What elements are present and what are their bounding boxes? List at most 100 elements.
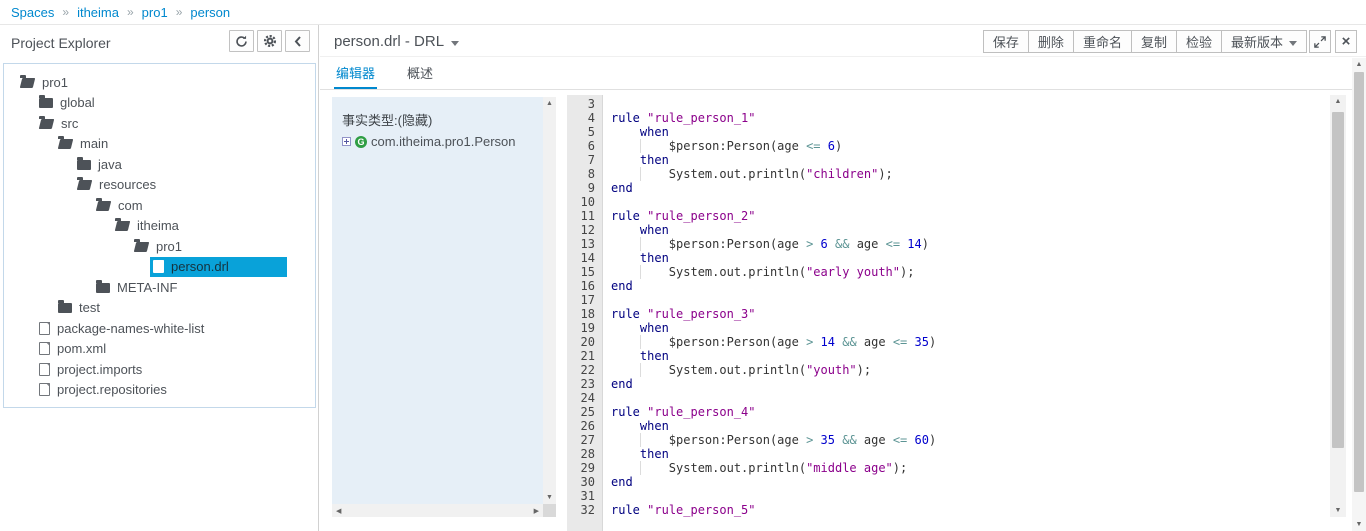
tree-item-package-names-white-list[interactable]: package-names-white-list bbox=[4, 318, 315, 339]
facts-vertical-scrollbar[interactable]: ▲ ▼ bbox=[543, 97, 556, 504]
scrollbar-corner bbox=[543, 504, 556, 517]
file-icon bbox=[39, 383, 50, 396]
folder-open-icon bbox=[58, 139, 73, 149]
tree-item-global[interactable]: global bbox=[4, 93, 315, 114]
toolbar-button-检验[interactable]: 检验 bbox=[1176, 30, 1222, 53]
tree-item-project-imports[interactable]: project.imports bbox=[4, 359, 315, 380]
line-number: 26 bbox=[567, 419, 602, 433]
breadcrumb-link-pro1[interactable]: pro1 bbox=[142, 5, 168, 20]
fact-types-header: 事实类型:(隐藏) bbox=[342, 110, 543, 129]
tree-item-pro1[interactable]: pro1 bbox=[4, 72, 315, 93]
tree-item-main[interactable]: main bbox=[4, 134, 315, 155]
collapse-panel-button[interactable] bbox=[285, 30, 310, 52]
file-icon bbox=[39, 322, 50, 335]
tree-item-com[interactable]: com bbox=[4, 195, 315, 216]
line-number: 19 bbox=[567, 321, 602, 335]
code-line: end bbox=[604, 181, 1330, 195]
tree-item-test[interactable]: test bbox=[4, 298, 315, 319]
tree-item-pom-xml[interactable]: pom.xml bbox=[4, 339, 315, 360]
breadcrumb-separator: » bbox=[127, 5, 134, 19]
code-line: $person:Person(age > 6 && age <= 14) bbox=[604, 237, 1330, 251]
code-editor[interactable]: rule "rule_person_1" when $person:Person… bbox=[604, 95, 1330, 531]
project-explorer-header: Project Explorer bbox=[0, 25, 318, 63]
breadcrumb: Spaces»itheima»pro1»person bbox=[0, 0, 1366, 25]
tree-item-person-drl[interactable]: person.drl bbox=[4, 257, 315, 278]
code-line: System.out.println("middle age"); bbox=[604, 461, 1330, 475]
folder-open-icon bbox=[20, 78, 35, 88]
code-line: rule "rule_person_5" bbox=[604, 503, 1330, 517]
toolbar-button-保存[interactable]: 保存 bbox=[983, 30, 1029, 53]
project-explorer-title: Project Explorer bbox=[11, 35, 111, 51]
scroll-down-icon[interactable]: ▼ bbox=[1352, 521, 1366, 528]
line-number: 4 bbox=[567, 111, 602, 125]
editor-tabs: 编辑器概述 bbox=[320, 57, 1366, 90]
settings-button[interactable] bbox=[257, 30, 282, 52]
file-icon bbox=[39, 363, 50, 376]
line-number: 3 bbox=[567, 97, 602, 111]
editor-vertical-scrollbar[interactable]: ▲ ▼ bbox=[1330, 95, 1346, 517]
latest-version-button[interactable]: 最新版本 bbox=[1221, 30, 1307, 53]
tree-item-resources[interactable]: resources bbox=[4, 175, 315, 196]
line-number: 16 bbox=[567, 279, 602, 293]
breadcrumb-link-itheima[interactable]: itheima bbox=[77, 5, 119, 20]
chevron-down-icon bbox=[451, 41, 459, 46]
code-line: then bbox=[604, 251, 1330, 265]
scroll-left-icon[interactable]: ◀ bbox=[336, 507, 341, 515]
line-number: 5 bbox=[567, 125, 602, 139]
toolbar-button-删除[interactable]: 删除 bbox=[1028, 30, 1074, 53]
tree-item-label: person.drl bbox=[171, 259, 229, 274]
scrollbar-thumb[interactable] bbox=[1354, 72, 1364, 492]
tree-item-label: test bbox=[79, 300, 100, 315]
scrollbar-thumb[interactable] bbox=[1332, 112, 1344, 448]
panel-vertical-scrollbar[interactable]: ▲ ▼ bbox=[1352, 58, 1366, 531]
class-icon: G bbox=[355, 136, 367, 148]
line-number: 31 bbox=[567, 489, 602, 503]
scroll-down-icon[interactable]: ▼ bbox=[1330, 507, 1346, 514]
tree-item-meta-inf[interactable]: META-INF bbox=[4, 277, 315, 298]
tree-item-pro1[interactable]: pro1 bbox=[4, 236, 315, 257]
line-number: 17 bbox=[567, 293, 602, 307]
tree-item-itheima[interactable]: itheima bbox=[4, 216, 315, 237]
fact-type-item[interactable]: Gcom.itheima.pro1.Person bbox=[342, 134, 543, 149]
scroll-up-icon[interactable]: ▲ bbox=[543, 100, 556, 107]
folder-open-icon bbox=[96, 201, 111, 211]
line-number: 25 bbox=[567, 405, 602, 419]
tab-概述[interactable]: 概述 bbox=[405, 57, 435, 89]
chevron-down-icon bbox=[1289, 41, 1297, 46]
line-number: 20 bbox=[567, 335, 602, 349]
code-line: $person:Person(age > 35 && age <= 60) bbox=[604, 433, 1330, 447]
line-number: 24 bbox=[567, 391, 602, 405]
indent-guide-line bbox=[640, 265, 641, 279]
scroll-down-icon[interactable]: ▼ bbox=[543, 494, 556, 501]
facts-horizontal-scrollbar[interactable]: ◀ ▶ bbox=[332, 504, 543, 517]
code-line: when bbox=[604, 321, 1330, 335]
tab-编辑器[interactable]: 编辑器 bbox=[334, 57, 377, 89]
asset-title[interactable]: person.drl - DRL bbox=[334, 33, 459, 50]
expand-plus-icon[interactable] bbox=[342, 137, 351, 146]
refresh-icon bbox=[235, 35, 248, 48]
file-icon bbox=[153, 260, 164, 273]
indent-guide-line bbox=[640, 335, 641, 349]
asset-title-label: person.drl - DRL bbox=[334, 33, 444, 50]
workbench: Spaces»itheima»pro1»person Project Explo… bbox=[0, 0, 1366, 531]
code-line: when bbox=[604, 223, 1330, 237]
scroll-up-icon[interactable]: ▲ bbox=[1330, 98, 1346, 105]
line-number: 32 bbox=[567, 503, 602, 517]
tree-item-java[interactable]: java bbox=[4, 154, 315, 175]
tree-item-src[interactable]: src bbox=[4, 113, 315, 134]
expand-button[interactable] bbox=[1309, 30, 1331, 53]
breadcrumb-link-person[interactable]: person bbox=[190, 5, 230, 20]
tree-item-project-repositories[interactable]: project.repositories bbox=[4, 380, 315, 401]
close-button[interactable]: × bbox=[1335, 30, 1357, 53]
folder-open-icon bbox=[39, 119, 54, 129]
code-line: then bbox=[604, 153, 1330, 167]
toolbar-button-复制[interactable]: 复制 bbox=[1131, 30, 1177, 53]
breadcrumb-link-Spaces[interactable]: Spaces bbox=[11, 5, 54, 20]
scroll-up-icon[interactable]: ▲ bbox=[1352, 61, 1366, 68]
toolbar-button-重命名[interactable]: 重命名 bbox=[1073, 30, 1132, 53]
refresh-button[interactable] bbox=[229, 30, 254, 52]
tree-item-label: src bbox=[61, 116, 78, 131]
scroll-right-icon[interactable]: ▶ bbox=[534, 507, 539, 515]
line-number: 21 bbox=[567, 349, 602, 363]
indent-guide-line bbox=[640, 363, 641, 377]
